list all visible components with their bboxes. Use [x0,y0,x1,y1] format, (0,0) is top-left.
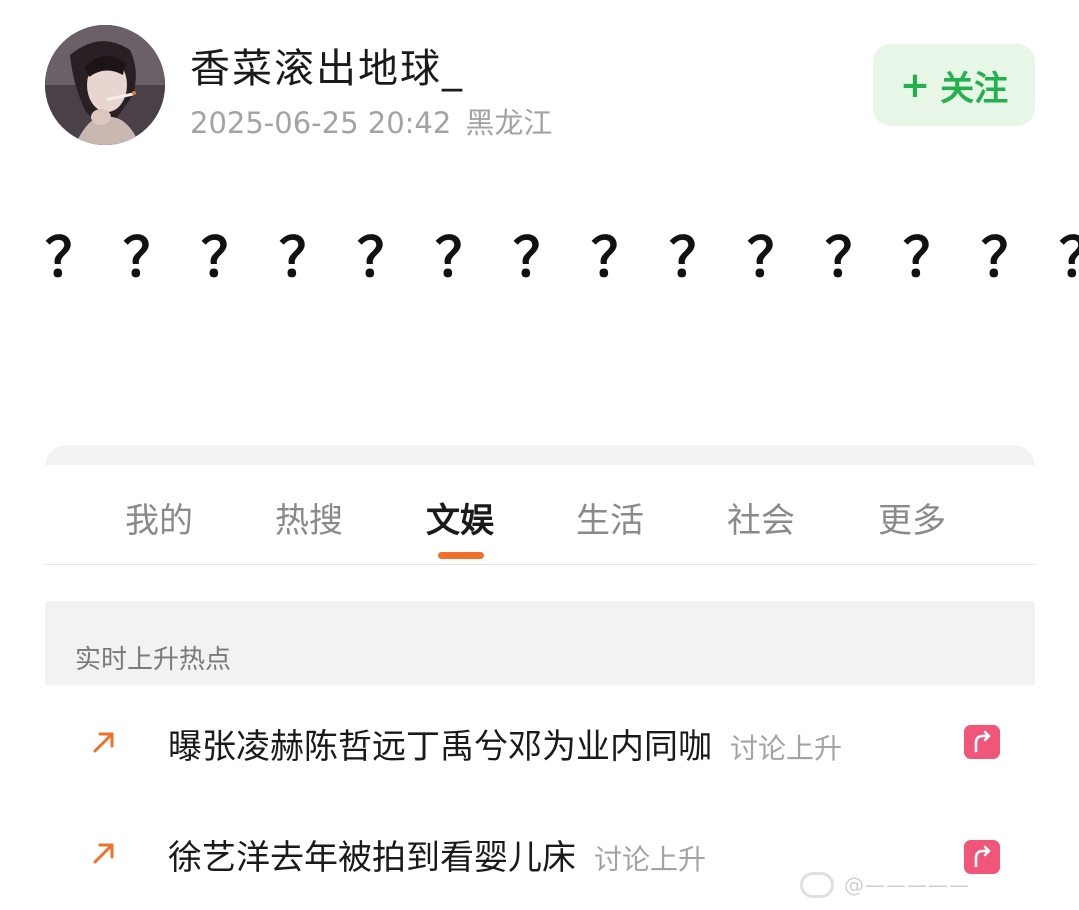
hot-item-title-wrap: 曝张凌赫陈哲远丁禹兮邓为业内同咖 讨论上升 [168,719,842,768]
rising-badge-icon [964,725,1000,759]
avatar[interactable] [45,25,165,145]
hot-item-title-wrap: 徐艺洋去年被拍到看婴儿床 讨论上升 [168,830,706,879]
hot-search-card: 我的 热搜 文娱 生活 社会 更多 实时上升热点 曝张凌赫陈哲远丁禹兮邓为业内同… [45,445,1035,910]
rising-badge-icon [964,840,1000,874]
tab-more[interactable]: 更多 [878,493,946,542]
hot-item-title: 徐艺洋去年被拍到看婴儿床 [168,838,576,878]
arrow-up-right-icon [93,732,114,753]
tab-hot-search[interactable]: 热搜 [275,493,343,542]
active-tab-indicator [438,552,484,559]
post-location: 黑龙江 [465,106,553,140]
tab-bar: 我的 热搜 文娱 生活 社会 更多 [45,465,1035,565]
follow-button[interactable]: + 关注 [873,44,1035,126]
tab-mine[interactable]: 我的 [125,493,193,542]
post-meta: 2025-06-25 20:42 黑龙江 [190,100,552,142]
post-timestamp: 2025-06-25 20:42 [190,106,452,140]
avatar-photo-icon [45,25,165,145]
weibo-post-screen: 香菜滚出地球_ 2025-06-25 20:42 黑龙江 + 关注 ？？？？？？？… [0,0,1079,910]
arrow-up-right-icon [93,843,114,864]
tab-entertainment[interactable]: 文娱 [426,493,494,542]
tab-life[interactable]: 生活 [576,493,644,542]
section-title: 实时上升热点 [75,645,232,675]
hot-item-row[interactable]: 曝张凌赫陈哲远丁禹兮邓为业内同咖 讨论上升 [45,685,1035,795]
divider [45,564,1035,565]
hot-item-status: 讨论上升 [730,732,843,765]
watermark: @————— [800,870,1070,900]
hot-item-status: 讨论上升 [594,843,707,876]
card-top-strip [45,445,1035,465]
hot-item-title: 曝张凌赫陈哲远丁禹兮邓为业内同咖 [168,727,712,767]
weibo-logo-icon [800,872,834,898]
watermark-text: @————— [844,873,970,897]
section-header: 实时上升热点 [45,601,1035,685]
follow-label: 关注 [940,68,1009,109]
plus-icon: + [899,64,931,106]
post-body: ？？？？？？？？？？？？？？？？？？？？？ [45,226,1079,289]
tab-society[interactable]: 社会 [727,493,795,542]
username[interactable]: 香菜滚出地球_ [190,36,464,94]
